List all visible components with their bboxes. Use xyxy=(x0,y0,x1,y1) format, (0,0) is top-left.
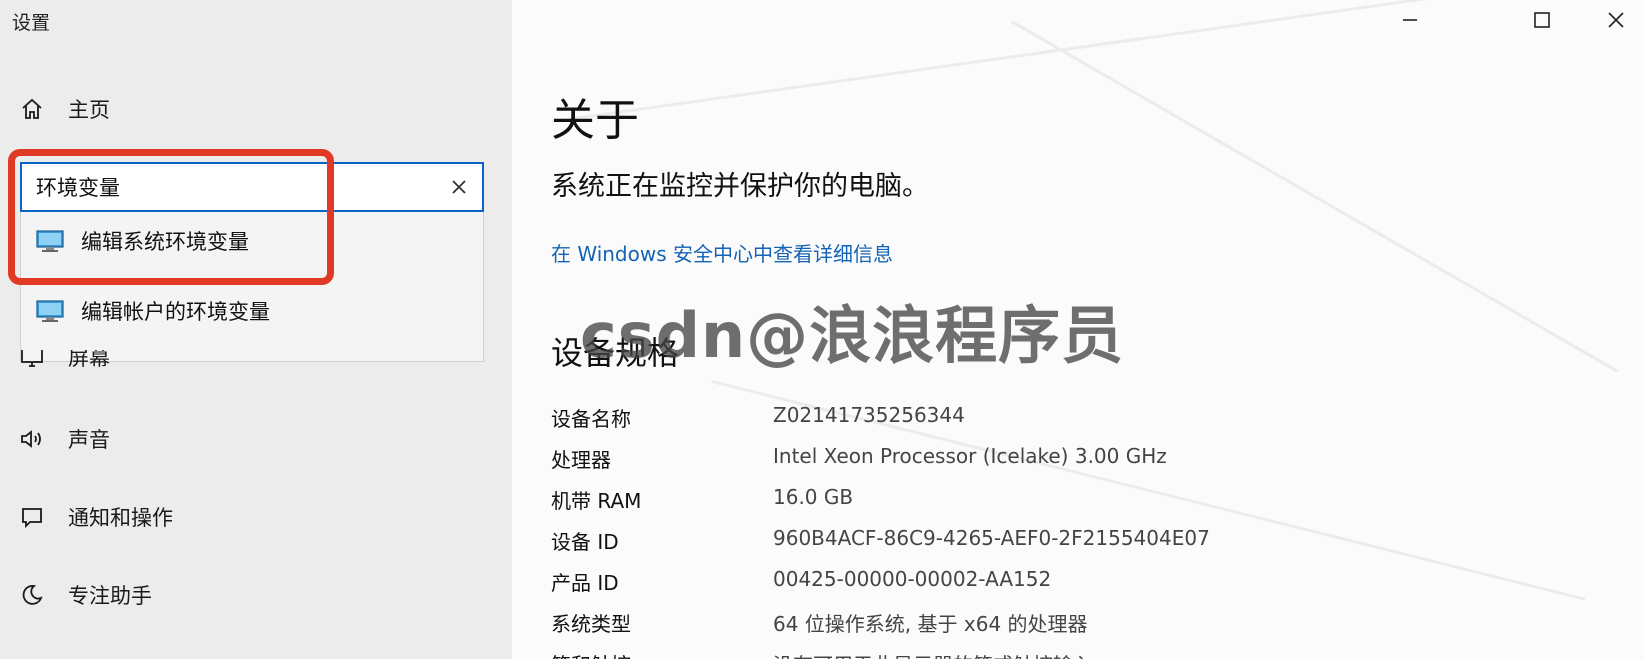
sidebar: 设置 主页 编辑系统环境变量 xyxy=(0,0,512,659)
suggestion-label: 编辑系统环境变量 xyxy=(81,230,249,254)
sidebar-item-label: 声音 xyxy=(68,428,110,452)
spec-value: 960B4ACF-86C9-4265-AEF0-2F2155404E07 xyxy=(773,526,1210,550)
search-suggestions: 编辑系统环境变量 编辑帐户的环境变量 xyxy=(20,212,484,362)
app-title: 设置 xyxy=(12,12,51,34)
search-box xyxy=(20,162,484,212)
notification-icon xyxy=(18,503,46,531)
suggestion-edit-account-env[interactable]: 编辑帐户的环境变量 xyxy=(35,296,270,326)
spec-row: 处理器 Intel Xeon Processor (Icelake) 3.00 … xyxy=(551,444,1167,473)
spec-value: Z02141735256344 xyxy=(773,403,965,427)
main-panel xyxy=(512,0,1644,659)
spec-row: 设备 ID 960B4ACF-86C9-4265-AEF0-2F2155404E… xyxy=(551,526,1210,555)
spec-row: 笔和触控 没有可用于此显示器的笔或触控输入 xyxy=(551,649,1093,659)
spec-key: 笔和触控 xyxy=(551,649,773,659)
spec-row: 机带 RAM 16.0 GB xyxy=(551,485,853,514)
security-center-link[interactable]: 在 Windows 安全中心中查看详细信息 xyxy=(551,238,893,267)
computer-icon xyxy=(36,300,64,322)
sidebar-item-label: 专注助手 xyxy=(68,584,152,608)
close-icon xyxy=(452,180,466,194)
spec-value: 16.0 GB xyxy=(773,485,854,509)
specs-title: 设备规格 xyxy=(551,334,680,372)
security-status: 系统正在监控并保护你的电脑。 xyxy=(551,171,929,202)
spec-key: 设备名称 xyxy=(551,407,631,431)
spec-row: 设备名称 Z02141735256344 xyxy=(551,403,965,432)
spec-key: 机带 RAM xyxy=(551,489,642,513)
background-decoration xyxy=(552,0,1444,123)
sidebar-item-sound[interactable]: 声音 xyxy=(18,424,110,454)
sidebar-item-focus-assist[interactable]: 专注助手 xyxy=(18,580,152,610)
maximize-button[interactable] xyxy=(1522,6,1562,34)
spec-key: 处理器 xyxy=(551,448,611,472)
home-icon xyxy=(18,95,46,123)
spec-key: 系统类型 xyxy=(551,612,631,636)
speaker-icon xyxy=(18,425,46,453)
spec-value: Intel Xeon Processor (Icelake) 3.00 GHz xyxy=(773,444,1167,468)
sidebar-item-home[interactable]: 主页 xyxy=(18,94,110,124)
sidebar-item-label: 主页 xyxy=(68,98,110,122)
sidebar-item-notifications[interactable]: 通知和操作 xyxy=(18,502,173,532)
background-decoration xyxy=(1010,20,1619,373)
moon-icon xyxy=(18,581,46,609)
computer-icon xyxy=(36,230,64,252)
spec-value: 64 位操作系统, 基于 x64 的处理器 xyxy=(773,612,1088,636)
search-input[interactable] xyxy=(36,170,416,204)
close-button[interactable] xyxy=(1596,6,1636,34)
spec-key: 产品 ID xyxy=(551,571,619,595)
spec-value: 00425-00000-00002-AA152 xyxy=(773,567,1052,591)
suggestion-label: 编辑帐户的环境变量 xyxy=(81,300,270,324)
sidebar-item-label: 通知和操作 xyxy=(68,506,173,530)
spec-row: 系统类型 64 位操作系统, 基于 x64 的处理器 xyxy=(551,608,1088,637)
minimize-button[interactable] xyxy=(1390,6,1430,34)
close-icon xyxy=(1608,12,1624,28)
clear-search-button[interactable] xyxy=(448,176,470,198)
spec-value: 没有可用于此显示器的笔或触控输入 xyxy=(773,649,1093,659)
minimize-icon xyxy=(1403,19,1417,21)
spec-key: 设备 ID xyxy=(551,530,619,554)
suggestion-edit-system-env[interactable]: 编辑系统环境变量 xyxy=(35,226,249,256)
page-title: 关于 xyxy=(551,95,639,146)
spec-row: 产品 ID 00425-00000-00002-AA152 xyxy=(551,567,1051,596)
maximize-icon xyxy=(1534,12,1550,28)
